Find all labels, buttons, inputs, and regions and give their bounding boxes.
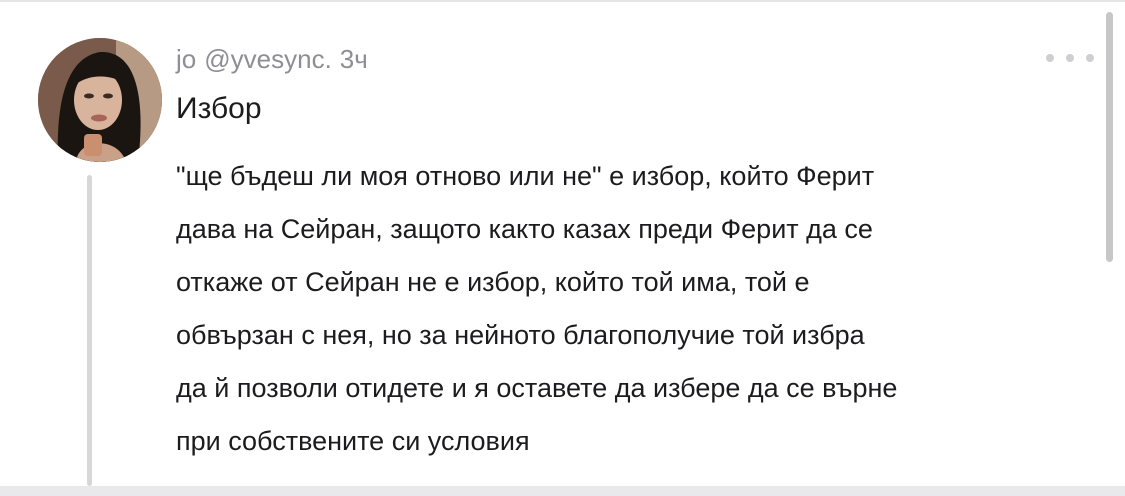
bottom-divider	[0, 486, 1125, 496]
user-handle[interactable]: @yvesync.	[204, 44, 332, 74]
post-screen: jo @yvesync. 3ч Избор "ще бъдеш ли моя отн…	[0, 0, 1125, 496]
post-body-line: "ще бъдеш ли моя отново или не" е избор,…	[176, 161, 875, 191]
post-body-line: дава на Сейран, защото както казах преди…	[176, 214, 873, 244]
thread-line	[87, 175, 92, 486]
post-body-line: откаже от Сейран не е избор, който той и…	[176, 267, 810, 297]
dot	[1086, 54, 1094, 62]
post-body-line: обвързан с нея, но за нейното благополуч…	[176, 320, 865, 350]
display-name[interactable]: jo	[176, 44, 196, 74]
post-body-line: да й позволи отидете и я оставете да изб…	[176, 373, 898, 403]
profile-avatar[interactable]	[38, 38, 162, 162]
dot	[1046, 54, 1054, 62]
more-dots-icon[interactable]	[1046, 50, 1094, 66]
scrollbar[interactable]	[1106, 12, 1113, 262]
dot	[1066, 54, 1074, 62]
post-time: 3ч	[339, 44, 368, 74]
post-body-line: при собствените си условия	[176, 426, 530, 456]
post-header: jo @yvesync. 3ч	[176, 44, 376, 75]
post-title: Избор	[176, 92, 262, 125]
top-divider	[0, 0, 1125, 2]
post-body: "ще бъдеш ли моя отново или не" е избор,…	[176, 150, 1056, 468]
